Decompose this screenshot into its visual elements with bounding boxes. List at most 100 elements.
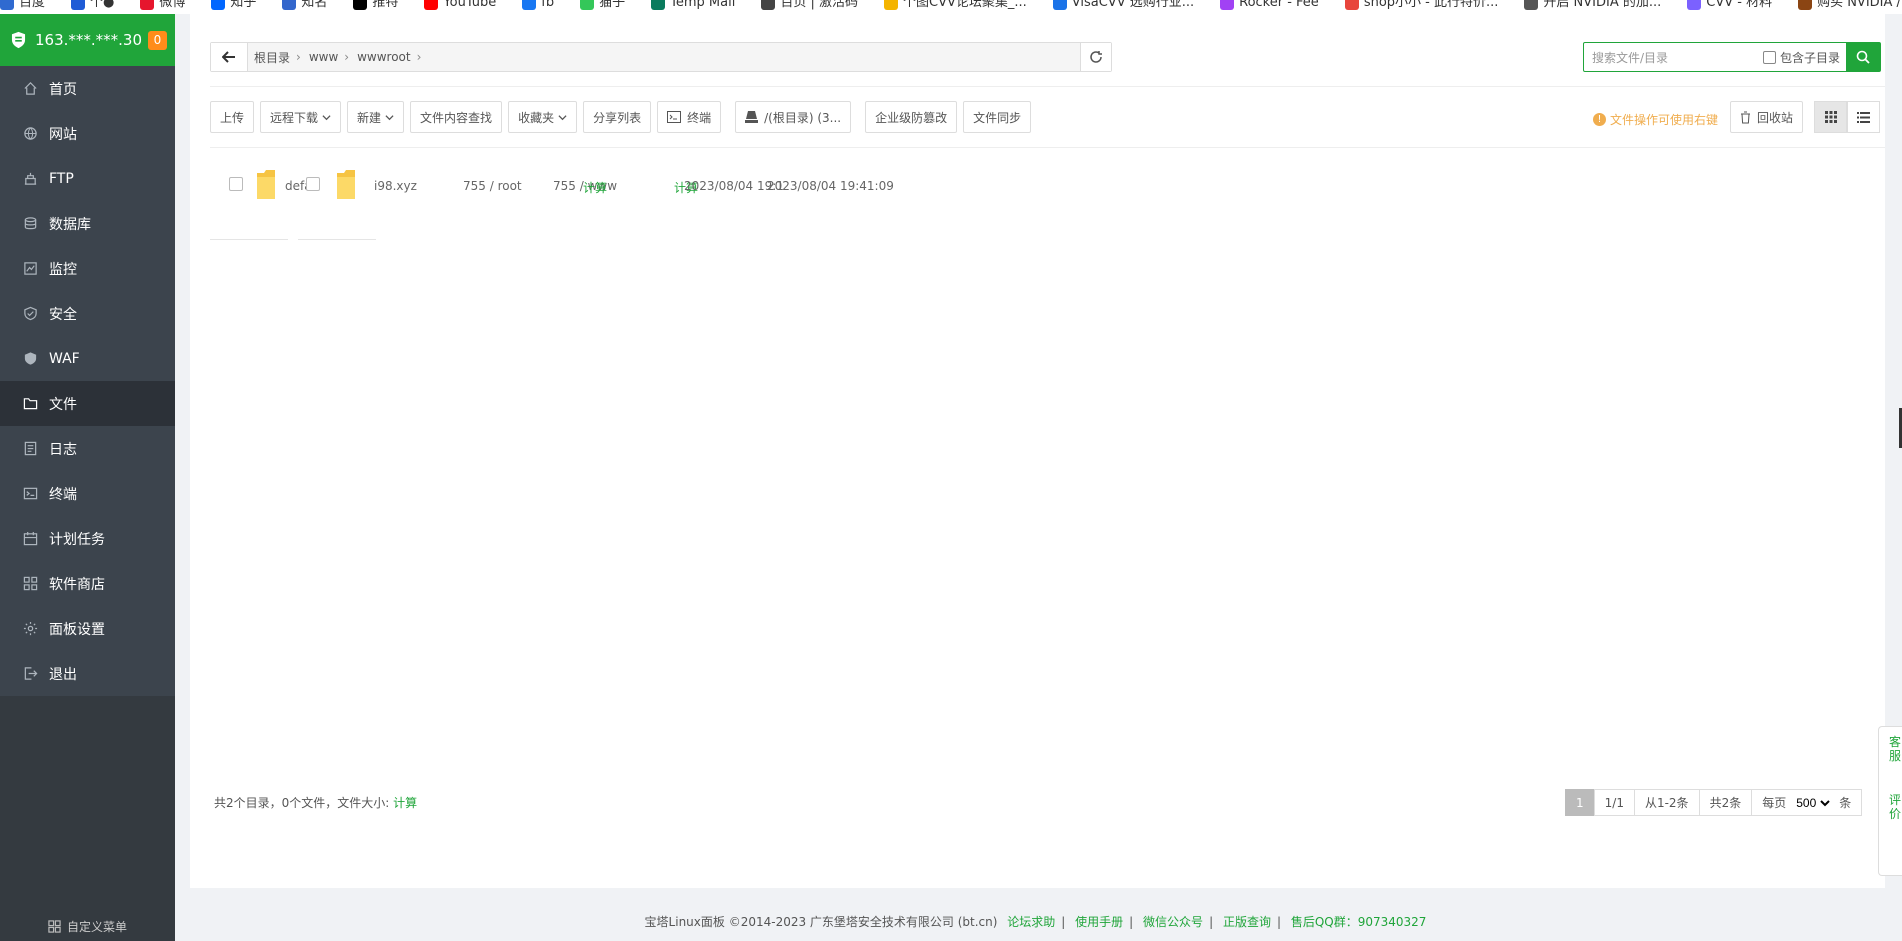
- bookmark-item[interactable]: 个图CVV论坛聚集_...: [884, 0, 1027, 10]
- file-toolbar: 上传 远程下载 新建 文件内容查找 收藏夹 分享列表 终端 /(根目录) (3.…: [210, 101, 1037, 133]
- list-view-button[interactable]: [1847, 101, 1880, 133]
- verify-link[interactable]: 正版查询: [1223, 915, 1271, 929]
- bt-logo-icon: [11, 31, 26, 49]
- bookmark-favicon-icon: [761, 0, 776, 10]
- bookmark-item[interactable]: Temp Mail: [651, 0, 735, 10]
- crumb-wwwroot[interactable]: wwwroot: [357, 50, 411, 64]
- notification-badge[interactable]: 0: [148, 30, 167, 50]
- file-name[interactable]: i98.xyz: [374, 179, 417, 193]
- bookmark-item[interactable]: shop小小 - 此行特价...: [1344, 0, 1498, 10]
- forum-link[interactable]: 论坛求助: [1007, 915, 1055, 929]
- file-sync-button[interactable]: 文件同步: [963, 101, 1032, 133]
- sidebar-item-12[interactable]: 软件商店: [0, 561, 175, 606]
- review-label[interactable]: 评价: [1889, 793, 1901, 821]
- terminal-icon: [667, 111, 682, 123]
- crumb-root[interactable]: 根目录: [254, 49, 290, 66]
- search-button[interactable]: [1846, 43, 1880, 71]
- checkbox-box[interactable]: [1762, 50, 1776, 64]
- qq-group-link[interactable]: 售后QQ群：907340327: [1291, 915, 1427, 929]
- bookmark-item[interactable]: fb: [522, 0, 554, 10]
- bookmark-item[interactable]: Rocker - Fee: [1220, 0, 1319, 10]
- grid-view-button[interactable]: [1814, 101, 1847, 133]
- sidebar-item-8[interactable]: 文件: [0, 381, 175, 426]
- info-icon: !: [1593, 113, 1606, 126]
- floating-service-tab[interactable]: 客服 评价: [1878, 726, 1902, 876]
- bookmark-item[interactable]: 推特: [353, 0, 398, 10]
- favorites-button[interactable]: 收藏夹: [508, 101, 578, 133]
- row-checkbox[interactable]: [229, 177, 243, 191]
- bookmark-item[interactable]: 百页 | 激活码: [761, 0, 858, 10]
- waf-shield-icon: [22, 350, 39, 367]
- bookmark-favicon-icon: [282, 0, 297, 10]
- bookmark-item[interactable]: 百度: [0, 0, 45, 10]
- share-list-button[interactable]: 分享列表: [583, 101, 652, 133]
- bookmark-item[interactable]: 知名: [282, 0, 327, 10]
- search-icon: [1856, 50, 1870, 64]
- folder-icon[interactable]: [335, 169, 357, 201]
- upload-button[interactable]: 上传: [210, 101, 255, 133]
- service-label[interactable]: 客服: [1889, 735, 1901, 763]
- sidebar-item-label: 首页: [49, 81, 77, 98]
- file-search: 搜索文件/目录 包含子目录: [1583, 42, 1881, 72]
- per-page-select[interactable]: 500: [1792, 794, 1834, 811]
- bookmark-favicon-icon: [140, 0, 155, 10]
- sidebar-item-6[interactable]: 安全: [0, 291, 175, 336]
- bookmark-item[interactable]: VisaCVV 选购行业...: [1052, 0, 1194, 10]
- sidebar-item-label: 退出: [49, 666, 77, 683]
- sidebar-item-9[interactable]: 日志: [0, 426, 175, 471]
- sidebar-item-2[interactable]: 网站: [0, 111, 175, 156]
- database-icon: [22, 215, 39, 232]
- bookmark-item[interactable]: CVV - 材料: [1687, 0, 1772, 10]
- modified-time: 2023/08/04 19:41:09: [767, 179, 894, 193]
- arrow-left-icon: [222, 51, 235, 63]
- sidebar-item-5[interactable]: 监控: [0, 246, 175, 291]
- row-checkbox[interactable]: [306, 177, 320, 191]
- sidebar-item-1[interactable]: 首页: [0, 66, 175, 111]
- recycle-bin-button[interactable]: 回收站: [1730, 101, 1804, 133]
- terminal-button[interactable]: 终端: [657, 101, 722, 133]
- bookmark-item[interactable]: 知乎: [211, 0, 256, 10]
- include-subdir-checkbox[interactable]: 包含子目录: [1762, 43, 1846, 71]
- size-calc-link[interactable]: 计算: [583, 179, 607, 196]
- file-list: defa i98.xyz 755 / root 755 / www 计算 计算 …: [210, 164, 1010, 214]
- custom-menu-button[interactable]: 自定义菜单: [0, 918, 175, 935]
- sidebar-item-13[interactable]: 面板设置: [0, 606, 175, 651]
- sidebar-item-14[interactable]: 退出: [0, 651, 175, 696]
- new-button[interactable]: 新建: [347, 101, 405, 133]
- content-search-button[interactable]: 文件内容查找: [410, 101, 503, 133]
- bookmark-item[interactable]: 微博: [140, 0, 185, 10]
- refresh-button[interactable]: [1080, 43, 1111, 71]
- bookmark-item[interactable]: 猫子: [580, 0, 625, 10]
- sidebar-item-7[interactable]: WAF: [0, 336, 175, 381]
- bookmark-item[interactable]: 购买 NVIDIA / PROXY...: [1798, 0, 1902, 10]
- bookmark-favicon-icon: [1220, 0, 1235, 10]
- wechat-link[interactable]: 微信公众号: [1143, 915, 1203, 929]
- file-permission[interactable]: 755 / root: [463, 179, 522, 193]
- sidebar-item-3[interactable]: FTP: [0, 156, 175, 201]
- chevron-right-icon: ›: [296, 50, 301, 64]
- grid-icon: [22, 575, 39, 592]
- page-range: 从1-2条: [1633, 789, 1700, 816]
- sidebar-item-11[interactable]: 计划任务: [0, 516, 175, 561]
- tamper-protection-button[interactable]: 企业级防篡改: [865, 101, 958, 133]
- bookmarks-bar: 百度 个● 微博 知乎 知名 推特 YouTube fb 猫子 Temp Mail 百页 | 激活码…: [0, 0, 1902, 14]
- back-button[interactable]: [211, 43, 248, 71]
- folder-icon[interactable]: [255, 169, 277, 201]
- bookmark-item[interactable]: 个●: [71, 0, 114, 10]
- remote-download-button[interactable]: 远程下载: [260, 101, 342, 133]
- page-current[interactable]: 1: [1565, 789, 1595, 816]
- bookmark-item[interactable]: YouTube: [424, 0, 496, 10]
- disk-button[interactable]: /(根目录) (3...: [735, 101, 852, 133]
- file-manager-panel: 根目录 › www › wwwroot › 搜索文件/目录 包含子目录 上传 远程下载…: [190, 14, 1885, 888]
- search-input[interactable]: 搜索文件/目录: [1584, 43, 1763, 71]
- grid-icon: [1824, 111, 1837, 123]
- manual-link[interactable]: 使用手册: [1075, 915, 1123, 929]
- server-header[interactable]: 163.***.***.30 0: [0, 14, 175, 66]
- sidebar-item-4[interactable]: 数据库: [0, 201, 175, 246]
- crumb-www[interactable]: www: [309, 50, 338, 64]
- calc-size-link[interactable]: 计算: [393, 796, 417, 810]
- bookmark-item[interactable]: 开启 NVIDIA 的加...: [1524, 0, 1661, 10]
- total-count: 共2条: [1698, 789, 1753, 816]
- sidebar-item-10[interactable]: 终端: [0, 471, 175, 516]
- folder-icon: [22, 395, 39, 412]
